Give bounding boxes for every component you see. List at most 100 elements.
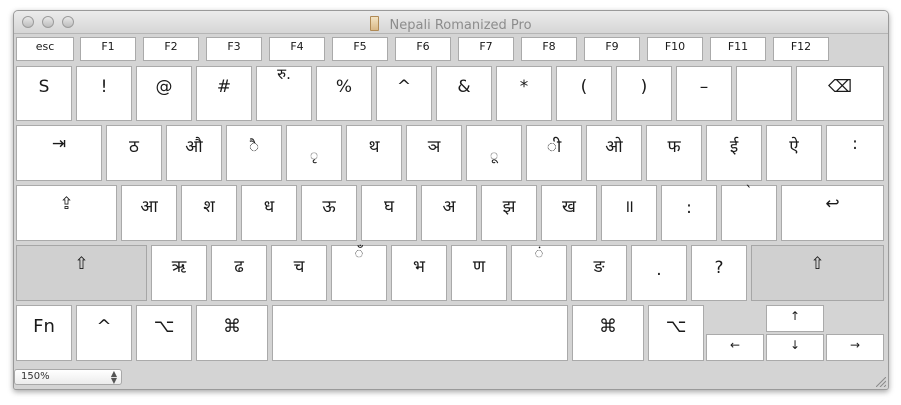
key-v[interactable]: ँ <box>331 244 387 301</box>
key-period[interactable]: . <box>631 245 687 301</box>
key-label: आ <box>140 197 158 217</box>
key-w[interactable]: औ <box>166 125 222 181</box>
key-f5[interactable]: F5 <box>332 37 388 61</box>
key-slash[interactable]: ? <box>691 245 747 301</box>
key-8[interactable]: * <box>496 66 552 121</box>
key-control[interactable]: ^ <box>76 305 132 361</box>
key-9[interactable]: ( <box>556 66 612 121</box>
key-equal[interactable] <box>736 66 792 121</box>
key-semicolon[interactable]: : <box>661 185 717 241</box>
key-o[interactable]: ओ <box>586 125 642 181</box>
title-bar[interactable]: Nepali Romanized Pro <box>14 11 888 34</box>
key-label: F5 <box>353 40 367 53</box>
key-left-command[interactable]: ⌘ <box>196 305 268 361</box>
key-space[interactable] <box>272 305 568 361</box>
key-f9[interactable]: F9 <box>584 37 640 61</box>
key-f3[interactable]: F3 <box>206 37 262 61</box>
key-f7[interactable]: F7 <box>458 37 514 61</box>
key-2[interactable]: @ <box>136 66 192 121</box>
key-right-command[interactable]: ⌘ <box>572 305 644 361</box>
key-p[interactable]: फ <box>646 125 702 181</box>
key-quote[interactable]: ` <box>721 183 777 241</box>
key-tab[interactable]: ⇥ <box>16 125 102 181</box>
key-3[interactable]: # <box>196 66 252 121</box>
key-m[interactable]: ं <box>511 244 567 301</box>
key-e[interactable]: ै <box>226 125 282 181</box>
key-delete[interactable]: ⌫ <box>796 66 884 121</box>
key-label: esc <box>35 40 55 53</box>
zoom-select[interactable]: 150% ▲ ▼ <box>14 369 122 385</box>
key-r[interactable]: ृ <box>286 125 342 181</box>
key-b[interactable]: भ <box>391 245 447 301</box>
key-label: ॥ <box>623 197 635 217</box>
key-z[interactable]: ऋ <box>151 245 207 301</box>
key-c[interactable]: च <box>271 245 327 301</box>
key-left-bracket[interactable]: ई <box>706 125 762 181</box>
key-5[interactable]: % <box>316 66 372 121</box>
key-f1[interactable]: F1 <box>80 37 136 61</box>
key-f[interactable]: ऊ <box>301 185 357 241</box>
key-label: ै <box>248 137 260 157</box>
key-right-arrow[interactable]: → <box>826 334 884 361</box>
key-label: ढ <box>234 257 244 277</box>
key-f12[interactable]: F12 <box>773 37 829 61</box>
key-g[interactable]: घ <box>361 185 417 241</box>
key-right-bracket[interactable]: ऐ <box>766 125 822 181</box>
key-left-option[interactable]: ⌥ <box>136 305 192 361</box>
key-q[interactable]: ठ <box>106 125 162 181</box>
key-label: @ <box>155 77 173 97</box>
key-right-shift[interactable]: ⇧ <box>751 245 884 301</box>
key-left-shift[interactable]: ⇧ <box>16 245 147 301</box>
key-x[interactable]: ढ <box>211 245 267 301</box>
key-f4[interactable]: F4 <box>269 37 325 61</box>
key-down-arrow[interactable]: ↓ <box>766 334 824 361</box>
key-grave[interactable]: S <box>16 66 72 121</box>
key-label: ृ <box>309 148 319 164</box>
command-icon: ⌘ <box>223 316 241 337</box>
key-6[interactable]: ^ <box>376 66 432 121</box>
key-minus[interactable]: – <box>676 66 732 121</box>
key-label: F9 <box>605 40 619 53</box>
key-caps-lock[interactable]: ⇪ <box>16 185 117 241</box>
control-icon: ^ <box>96 316 112 337</box>
key-d[interactable]: ध <box>241 185 297 241</box>
key-return[interactable]: ↩ <box>781 185 884 241</box>
key-label: झ <box>502 197 516 217</box>
key-comma[interactable]: ङ <box>571 245 627 301</box>
key-i[interactable]: ी <box>526 125 582 181</box>
key-esc[interactable]: esc <box>16 37 74 61</box>
key-4[interactable]: रु. <box>256 65 312 121</box>
key-a[interactable]: आ <box>121 185 177 241</box>
key-s[interactable]: श <box>181 185 237 241</box>
key-j[interactable]: झ <box>481 185 537 241</box>
key-f8[interactable]: F8 <box>521 37 577 61</box>
key-y[interactable]: ञ <box>406 125 462 181</box>
key-label: & <box>457 77 471 97</box>
key-7[interactable]: & <box>436 66 492 121</box>
key-label: F7 <box>479 40 493 53</box>
key-up-arrow[interactable]: ↑ <box>766 305 824 332</box>
key-left-arrow[interactable]: ← <box>706 334 764 361</box>
key-n[interactable]: ण <box>451 245 507 301</box>
key-0[interactable]: ) <box>616 66 672 121</box>
key-label: ` <box>745 183 753 201</box>
key-label: फ <box>667 137 681 157</box>
key-f2[interactable]: F2 <box>143 37 199 61</box>
key-t[interactable]: थ <box>346 125 402 181</box>
key-f10[interactable]: F10 <box>647 37 703 61</box>
resize-grip-icon[interactable] <box>876 377 886 387</box>
key-f11[interactable]: F11 <box>710 37 766 61</box>
key-fn[interactable]: Fn <box>16 305 72 361</box>
key-f6[interactable]: F6 <box>395 37 451 61</box>
key-h[interactable]: अ <box>421 185 477 241</box>
key-backslash[interactable]: : <box>826 125 884 181</box>
key-k[interactable]: ख <box>541 185 597 241</box>
key-label: ऐ <box>789 137 799 157</box>
key-right-option[interactable]: ⌥ <box>648 305 704 361</box>
key-label: ञ <box>427 137 441 157</box>
key-1[interactable]: ! <box>76 66 132 121</box>
key-u[interactable]: ू <box>466 125 522 181</box>
key-label: F10 <box>664 40 686 53</box>
key-l[interactable]: ॥ <box>601 185 657 241</box>
key-label: F8 <box>542 40 556 53</box>
